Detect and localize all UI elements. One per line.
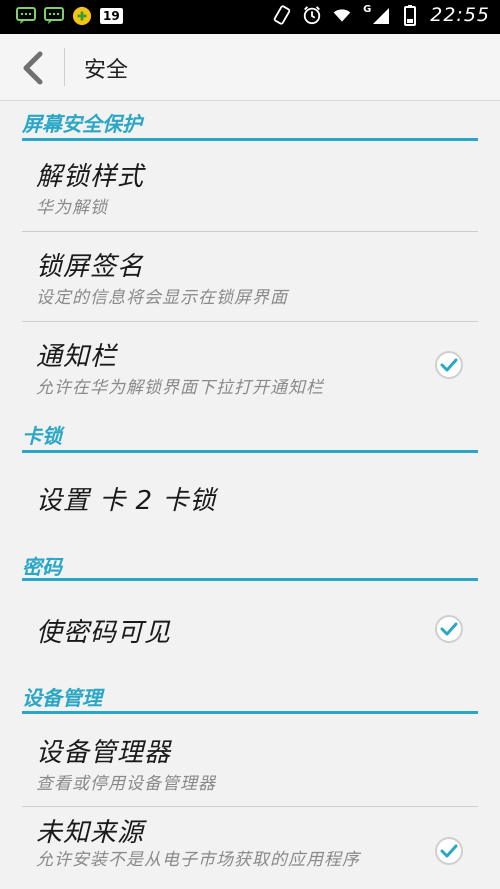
section-underline [22,711,478,714]
list-item-sim-lock[interactable]: 设置 卡 2 卡锁 [36,480,464,517]
item-subtitle: 允许安装不是从电子市场获取的应用程序 [36,850,360,870]
section-underline [22,450,478,453]
list-item-device-admins[interactable]: 设备管理器 查看或停用设备管理器 [36,732,464,794]
clock: 22:55 [430,4,490,26]
unknown-sources-checkbox[interactable] [434,836,464,866]
notification-bar-checkbox[interactable] [434,350,464,380]
item-title: 设置 卡 2 卡锁 [36,486,217,516]
message-icon-2 [44,6,64,26]
item-subtitle: 华为解锁 [36,198,108,218]
rotate-icon [272,5,292,25]
wifi-icon [332,5,352,25]
section-underline [22,578,478,581]
item-title: 使密码可见 [36,618,172,648]
checkmark-icon [435,837,463,865]
divider [22,321,478,322]
item-title: 未知来源 [36,818,145,848]
section-header-screen-security: 屏幕安全保护 [22,108,478,141]
status-bar: 19 G 22:55 [0,0,500,34]
page-title: 安全 [84,58,129,83]
list-item-unlock-style[interactable]: 解锁样式 华为解锁 [36,156,464,218]
section-underline [22,138,478,141]
action-bar: 安全 [0,34,500,101]
section-header-sim-lock: 卡锁 [22,420,478,453]
item-subtitle: 查看或停用设备管理器 [36,774,216,794]
alarm-icon [302,5,322,25]
list-item-notification-bar[interactable]: 通知栏 允许在华为解锁界面下拉打开通知栏 [36,336,464,398]
checkmark-icon [435,615,463,643]
section-header-password: 密码 [22,551,478,581]
divider [22,231,478,232]
list-item-show-password[interactable]: 使密码可见 [36,612,464,649]
action-bar-divider [64,48,65,86]
chevron-left-icon [23,51,43,85]
message-icon [16,6,36,26]
item-subtitle: 允许在华为解锁界面下拉打开通知栏 [36,378,324,398]
item-title: 解锁样式 [36,162,145,192]
show-password-checkbox[interactable] [434,614,464,644]
signal-icon: G [362,4,390,25]
list-item-lockscreen-signature[interactable]: 锁屏签名 设定的信息将会显示在锁屏界面 [36,246,464,308]
battery-icon [400,5,420,26]
item-subtitle: 设定的信息将会显示在锁屏界面 [36,288,288,308]
checkmark-icon [435,351,463,379]
item-title: 锁屏签名 [36,252,145,282]
item-title: 通知栏 [36,342,118,372]
section-header-device-admin: 设备管理 [22,682,478,714]
notification-badge: 19 [100,8,123,24]
item-title: 设备管理器 [36,738,172,768]
divider [22,806,478,807]
back-button[interactable] [14,48,54,88]
list-item-unknown-sources[interactable]: 未知来源 允许安装不是从电子市场获取的应用程序 [36,812,406,871]
app-store-icon [72,6,92,26]
